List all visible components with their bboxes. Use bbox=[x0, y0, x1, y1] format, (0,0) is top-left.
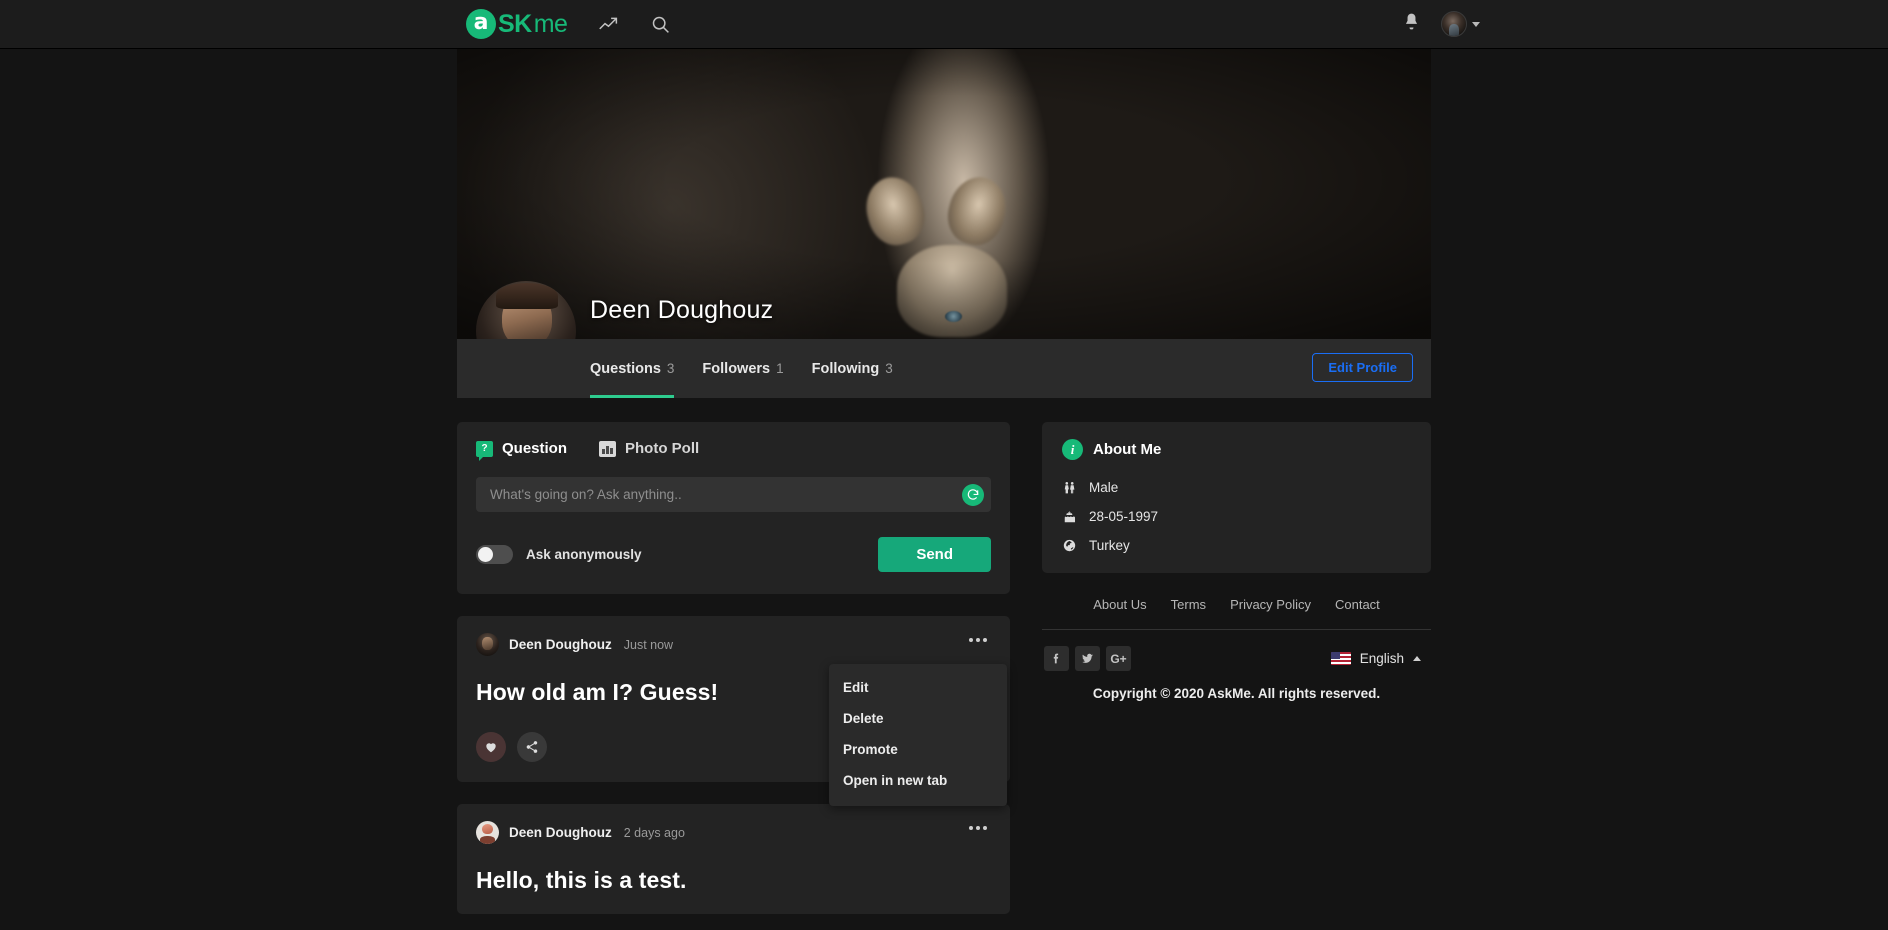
about-row-gender: Male bbox=[1062, 480, 1411, 495]
tab-questions[interactable]: Questions 3 bbox=[590, 339, 675, 398]
language-label: English bbox=[1359, 651, 1404, 666]
composer-footer: Ask anonymously Send bbox=[476, 537, 991, 572]
menu-item-edit[interactable]: Edit bbox=[829, 672, 1007, 703]
about-me-card: i About Me Male 28-05-1997 Turkey bbox=[1042, 422, 1431, 573]
footer-link-terms[interactable]: Terms bbox=[1171, 597, 1206, 612]
twitter-icon[interactable] bbox=[1075, 646, 1100, 671]
tab-following[interactable]: Following 3 bbox=[812, 339, 893, 398]
profile-tabbar: Questions 3 Followers 1 Following 3 Edit… bbox=[457, 339, 1431, 398]
composer-tab-question-label: Question bbox=[502, 440, 568, 457]
post-card: Deen Doughouz 2 days ago Hello, this is … bbox=[457, 804, 1010, 914]
logo-text-sk: SK bbox=[498, 9, 532, 38]
chevron-up-icon bbox=[1413, 656, 1421, 661]
ask-anonymously-group[interactable]: Ask anonymously bbox=[476, 545, 642, 564]
copyright-text: Copyright © 2020 AskMe. All rights reser… bbox=[1092, 686, 1381, 701]
tab-followers[interactable]: Followers 1 bbox=[702, 339, 783, 398]
ask-anonymously-label: Ask anonymously bbox=[526, 547, 642, 562]
askme-logo-icon: a bbox=[466, 9, 496, 39]
gender-icon bbox=[1062, 481, 1077, 495]
footer-link-about-us[interactable]: About Us bbox=[1093, 597, 1146, 612]
footer-link-privacy-policy[interactable]: Privacy Policy bbox=[1230, 597, 1311, 612]
tab-following-label: Following bbox=[811, 360, 880, 377]
question-composer: ? Question Photo Poll What's going on? A… bbox=[457, 422, 1010, 594]
composer-tab-question[interactable]: ? Question bbox=[476, 440, 568, 461]
info-icon: i bbox=[1062, 439, 1083, 460]
bell-icon[interactable] bbox=[1402, 12, 1421, 36]
post-context-menu: Edit Delete Promote Open in new tab bbox=[829, 664, 1007, 806]
post-timestamp: 2 days ago bbox=[623, 825, 685, 840]
user-avatar bbox=[1441, 11, 1467, 37]
edit-profile-button[interactable]: Edit Profile bbox=[1312, 353, 1413, 382]
about-row-location: Turkey bbox=[1062, 538, 1411, 553]
search-icon[interactable] bbox=[649, 13, 671, 35]
post-author-avatar[interactable] bbox=[476, 821, 499, 844]
language-selector[interactable]: English bbox=[1323, 647, 1429, 670]
about-me-header: i About Me bbox=[1062, 439, 1411, 460]
top-navbar: a SK me bbox=[0, 0, 1888, 49]
composer-tab-photo-poll[interactable]: Photo Poll bbox=[599, 440, 699, 457]
about-location-value: Turkey bbox=[1089, 538, 1130, 553]
menu-item-promote[interactable]: Promote bbox=[829, 734, 1007, 765]
post-author-avatar[interactable] bbox=[476, 633, 499, 656]
sidebar-footer: About Us Terms Privacy Policy Contact G+… bbox=[1042, 597, 1431, 701]
facebook-icon[interactable] bbox=[1044, 646, 1069, 671]
question-input[interactable] bbox=[476, 477, 991, 512]
ask-anonymously-toggle[interactable] bbox=[476, 545, 513, 564]
main-content: ? Question Photo Poll What's going on? A… bbox=[457, 398, 1431, 914]
footer-link-contact[interactable]: Contact bbox=[1335, 597, 1380, 612]
tab-followers-label: Followers bbox=[702, 360, 771, 377]
page-title: Deen Doughouz bbox=[590, 296, 774, 324]
composer-tabs: ? Question Photo Poll bbox=[476, 440, 991, 461]
footer-bottom-row: G+ English bbox=[1042, 630, 1431, 671]
menu-item-open-in-new-tab[interactable]: Open in new tab bbox=[829, 765, 1007, 796]
chevron-down-icon bbox=[1472, 21, 1480, 27]
post-title: Hello, this is a test. bbox=[476, 867, 687, 893]
navbar-left-group: a SK me bbox=[466, 9, 671, 39]
heart-icon[interactable] bbox=[476, 732, 506, 762]
avatar-hair bbox=[496, 283, 558, 309]
sidebar-column: i About Me Male 28-05-1997 Turkey About … bbox=[1042, 422, 1431, 914]
post-header: Deen Doughouz 2 days ago bbox=[476, 821, 991, 844]
logo-text-me: me bbox=[533, 9, 568, 38]
tab-questions-count: 3 bbox=[666, 361, 675, 376]
post-timestamp: Just now bbox=[623, 637, 674, 652]
user-menu[interactable] bbox=[1441, 11, 1480, 37]
question-bubble-icon: ? bbox=[476, 440, 493, 461]
toggle-knob bbox=[478, 547, 493, 562]
navbar-right-group bbox=[1402, 11, 1480, 37]
post-author-name: Deen Doughouz bbox=[509, 637, 612, 652]
more-horizontal-icon[interactable] bbox=[965, 634, 991, 646]
send-button[interactable]: Send bbox=[878, 537, 991, 572]
post-author-name: Deen Doughouz bbox=[509, 825, 612, 840]
refresh-icon[interactable] bbox=[962, 483, 984, 506]
about-me-title: About Me bbox=[1093, 441, 1162, 458]
feed-column: ? Question Photo Poll What's going on? A… bbox=[457, 422, 1010, 914]
globe-icon bbox=[1062, 539, 1077, 552]
share-icon[interactable] bbox=[517, 732, 547, 762]
question-input-wrap bbox=[476, 477, 991, 512]
bar-chart-icon bbox=[599, 440, 617, 457]
page-body: Deen Doughouz Questions 3 Followers 1 Fo… bbox=[0, 49, 1888, 914]
google-plus-icon[interactable]: G+ bbox=[1106, 646, 1131, 671]
us-flag-icon bbox=[1330, 652, 1351, 665]
social-links: G+ bbox=[1044, 646, 1131, 671]
about-gender-value: Male bbox=[1089, 480, 1119, 495]
post-header: Deen Doughouz Just now bbox=[476, 633, 991, 656]
menu-item-delete[interactable]: Delete bbox=[829, 703, 1007, 734]
footer-links: About Us Terms Privacy Policy Contact bbox=[1042, 597, 1431, 629]
tab-followers-count: 1 bbox=[776, 361, 784, 376]
profile-container: Deen Doughouz Questions 3 Followers 1 Fo… bbox=[457, 49, 1431, 914]
tab-following-count: 3 bbox=[885, 361, 893, 376]
askme-logo[interactable]: a SK me bbox=[466, 9, 568, 39]
composer-tab-photo-poll-label: Photo Poll bbox=[625, 440, 700, 457]
tab-questions-label: Questions bbox=[590, 360, 661, 377]
cover-photo[interactable]: Deen Doughouz bbox=[457, 49, 1431, 339]
about-birthday-value: 28-05-1997 bbox=[1089, 509, 1159, 524]
about-row-birthday: 28-05-1997 bbox=[1062, 509, 1411, 524]
trending-up-icon[interactable] bbox=[597, 13, 619, 35]
birthday-cake-icon bbox=[1062, 510, 1077, 524]
google-plus-glyph: G+ bbox=[1110, 651, 1127, 666]
more-horizontal-icon[interactable] bbox=[965, 822, 991, 834]
post-card: Deen Doughouz Just now How old am I? Gue… bbox=[457, 616, 1010, 806]
